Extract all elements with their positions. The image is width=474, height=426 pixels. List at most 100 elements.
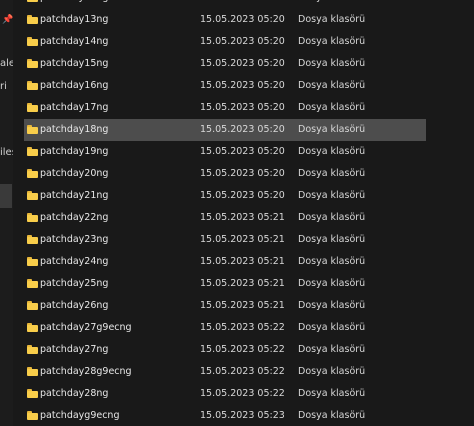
file-date-modified: 15.05.2023 05:22: [200, 344, 285, 355]
file-explorer-window: 📌 ales ri iles patchday12ng 15.05.2023 05…: [0, 0, 474, 426]
file-name[interactable]: patchday21ng: [40, 185, 108, 207]
file-type: Dosya klasörü: [298, 300, 366, 311]
table-row[interactable]: patchday26ng 15.05.2023 05:21 Dosya klasör…: [24, 295, 426, 317]
file-date-modified: 15.05.2023 05:21: [200, 234, 285, 245]
file-name[interactable]: patchday24ng: [40, 251, 108, 273]
table-row[interactable]: patchday24ng 15.05.2023 05:21 Dosya klasör…: [24, 251, 426, 273]
folder-icon: [27, 15, 38, 24]
folder-icon: [27, 169, 38, 178]
file-name[interactable]: patchday16ng: [40, 75, 108, 97]
file-name[interactable]: patchday27g9ecng: [40, 317, 132, 339]
table-row[interactable]: patchday22ng 15.05.2023 05:21 Dosya klasör…: [24, 207, 426, 229]
file-name[interactable]: patchday26ng: [40, 295, 108, 317]
file-date-modified: 15.05.2023 05:21: [200, 300, 285, 311]
folder-icon: [27, 103, 38, 112]
folder-icon: [27, 235, 38, 244]
table-row[interactable]: patchday15ng 15.05.2023 05:20 Dosya klasör…: [24, 53, 426, 75]
nav-fragment-3[interactable]: iles: [0, 147, 13, 158]
table-row[interactable]: patchday18ng 15.05.2023 05:20 Dosya klasör…: [24, 119, 426, 141]
file-date-modified: 15.05.2023 05:22: [200, 366, 285, 377]
file-name[interactable]: patchday22ng: [40, 207, 108, 229]
file-type: Dosya klasörü: [298, 14, 366, 25]
table-row[interactable]: patchday19ng 15.05.2023 05:20 Dosya klasör…: [24, 141, 426, 163]
file-name[interactable]: patchday14ng: [40, 31, 108, 53]
file-date-modified: 15.05.2023 05:21: [200, 256, 285, 267]
table-row[interactable]: patchday25ng 15.05.2023 05:21 Dosya klasör…: [24, 273, 426, 295]
folder-icon: [27, 367, 38, 376]
folder-icon: [27, 147, 38, 156]
table-row[interactable]: patchday16ng 15.05.2023 05:20 Dosya klasör…: [24, 75, 426, 97]
file-type: Dosya klasörü: [298, 36, 366, 47]
folder-icon: [27, 0, 38, 2]
file-name[interactable]: patchday28g9ecng: [40, 361, 132, 383]
file-name[interactable]: patchday27ng: [40, 339, 108, 361]
folder-icon: [27, 125, 38, 134]
file-type: Dosya klasörü: [298, 80, 366, 91]
table-row[interactable]: patchday12ng 15.05.2023 05:19 Dosya klasör…: [24, 0, 426, 9]
file-type: Dosya klasörü: [298, 212, 366, 223]
table-row[interactable]: patchday27g9ecng 15.05.2023 05:22 Dosya kl…: [24, 317, 426, 339]
folder-icon: [27, 411, 38, 420]
file-date-modified: 15.05.2023 05:22: [200, 388, 285, 399]
table-row[interactable]: patchdayg9ecng 15.05.2023 05:23 Dosya klas…: [24, 405, 426, 426]
file-type: Dosya klasörü: [298, 322, 366, 333]
file-date-modified: 15.05.2023 05:20: [200, 14, 285, 25]
file-date-modified: 15.05.2023 05:20: [200, 146, 285, 157]
file-name[interactable]: patchday23ng: [40, 229, 108, 251]
table-row[interactable]: patchday20ng 15.05.2023 05:20 Dosya klasör…: [24, 163, 426, 185]
pin-icon[interactable]: 📌: [2, 16, 13, 25]
file-name[interactable]: patchday17ng: [40, 97, 108, 119]
file-date-modified: 15.05.2023 05:20: [200, 190, 285, 201]
folder-icon: [27, 323, 38, 332]
file-type: Dosya klasörü: [298, 124, 366, 135]
folder-icon: [27, 81, 38, 90]
folder-icon: [27, 59, 38, 68]
file-name[interactable]: patchday28ng: [40, 383, 108, 405]
file-type: Dosya klasörü: [298, 256, 366, 267]
file-date-modified: 15.05.2023 05:19: [200, 0, 285, 9]
table-row[interactable]: patchday27ng 15.05.2023 05:22 Dosya klasör…: [24, 339, 426, 361]
nav-fragment-1[interactable]: ales: [0, 58, 13, 69]
file-name[interactable]: patchday15ng: [40, 53, 108, 75]
file-date-modified: 15.05.2023 05:21: [200, 278, 285, 289]
folder-icon: [27, 301, 38, 310]
file-date-modified: 15.05.2023 05:20: [200, 168, 285, 179]
file-type: Dosya klasörü: [298, 366, 366, 377]
file-date-modified: 15.05.2023 05:21: [200, 212, 285, 223]
navigation-pane[interactable]: 📌 ales ri iles: [0, 0, 13, 426]
file-name[interactable]: patchday18ng: [40, 119, 108, 141]
table-row[interactable]: patchday28ng 15.05.2023 05:22 Dosya klasör…: [24, 383, 426, 405]
file-type: Dosya klasörü: [298, 58, 366, 69]
file-date-modified: 15.05.2023 05:20: [200, 80, 285, 91]
folder-icon: [27, 213, 38, 222]
file-name[interactable]: patchday13ng: [40, 9, 108, 31]
file-date-modified: 15.05.2023 05:20: [200, 36, 285, 47]
file-date-modified: 15.05.2023 05:20: [200, 102, 285, 113]
folder-icon: [27, 279, 38, 288]
folder-icon: [27, 389, 38, 398]
nav-selected-item[interactable]: [0, 184, 12, 208]
file-type: Dosya klasörü: [298, 234, 366, 245]
table-row[interactable]: patchday28g9ecng 15.05.2023 05:22 Dosya kl…: [24, 361, 426, 383]
file-type: Dosya klasörü: [298, 190, 366, 201]
file-name[interactable]: patchday20ng: [40, 163, 108, 185]
nav-fragment-2[interactable]: ri: [0, 81, 7, 92]
file-name[interactable]: patchday25ng: [40, 273, 108, 295]
file-type: Dosya klasörü: [298, 146, 366, 157]
file-type: Dosya klasörü: [298, 344, 366, 355]
file-type: Dosya klasörü: [298, 278, 366, 289]
file-date-modified: 15.05.2023 05:22: [200, 322, 285, 333]
file-name[interactable]: patchday19ng: [40, 141, 108, 163]
table-row[interactable]: patchday21ng 15.05.2023 05:20 Dosya klasör…: [24, 185, 426, 207]
folder-icon: [27, 191, 38, 200]
table-row[interactable]: patchday14ng 15.05.2023 05:20 Dosya klasör…: [24, 31, 426, 53]
file-list: patchday12ng 15.05.2023 05:19 Dosya klasör…: [24, 0, 426, 426]
table-row[interactable]: patchday17ng 15.05.2023 05:20 Dosya klasör…: [24, 97, 426, 119]
file-name[interactable]: patchdayg9ecng: [40, 405, 120, 426]
file-name[interactable]: patchday12ng: [40, 0, 108, 9]
folder-icon: [27, 345, 38, 354]
table-row[interactable]: patchday13ng 15.05.2023 05:20 Dosya klasör…: [24, 9, 426, 31]
file-date-modified: 15.05.2023 05:23: [200, 410, 285, 421]
table-row[interactable]: patchday23ng 15.05.2023 05:21 Dosya klasör…: [24, 229, 426, 251]
file-type: Dosya klasörü: [298, 102, 366, 113]
